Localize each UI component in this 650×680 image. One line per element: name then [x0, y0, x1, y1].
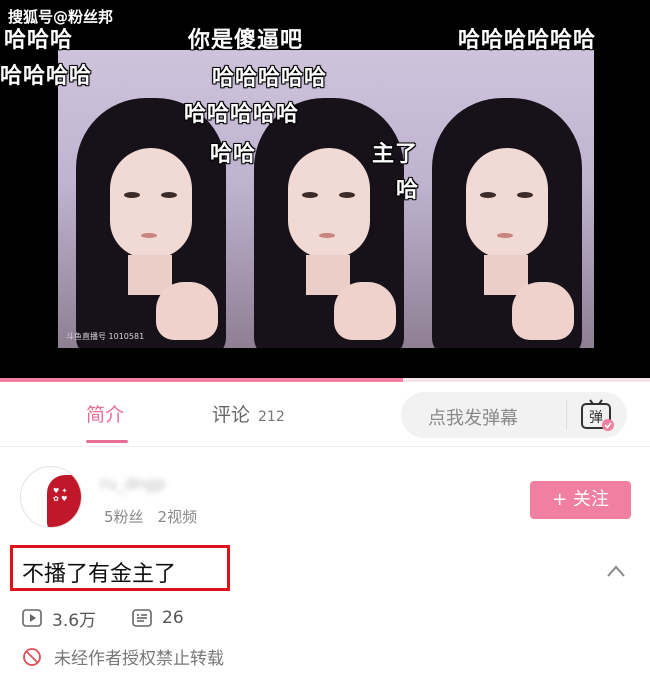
prohibited-icon — [23, 647, 41, 666]
follow-button[interactable]: + 关注 — [530, 481, 631, 519]
play-count: 3.6万 — [52, 610, 97, 631]
video-frame-right — [414, 50, 594, 348]
tab-intro-label: 简介 — [86, 404, 125, 426]
danmu-comment: 哈 — [396, 178, 420, 203]
danmu-comment: 你是傻逼吧 — [188, 28, 304, 53]
copyright-notice-text: 未经作者授权禁止转载 — [54, 649, 224, 669]
danmu-input-placeholder: 点我发弹幕 — [428, 408, 518, 429]
video-stats: 3.6万 26 — [22, 606, 184, 631]
video-count: 2视频 — [157, 508, 198, 526]
video-title: 不播了有金主了 — [22, 562, 177, 587]
uploader-stats: 5粉丝 2视频 — [104, 506, 211, 527]
danmu-input[interactable]: 点我发弹幕 弹 — [401, 392, 627, 438]
avatar[interactable]: ♥ ✦ ✿ ♥ — [20, 466, 82, 528]
video-frame-middle — [236, 50, 416, 348]
danmu-comment: 哈哈哈哈哈哈 — [458, 28, 597, 53]
comment-count: 212 — [258, 409, 285, 425]
danmu-comment: 哈哈哈哈 — [0, 64, 93, 89]
fan-count: 5粉丝 — [104, 508, 144, 526]
danmu-toggle-icon[interactable]: 弹 — [579, 398, 615, 432]
danmu-comment: 哈哈哈哈哈 — [184, 102, 300, 127]
tab-comments[interactable]: 评论 212 — [212, 400, 285, 427]
danmu-comment: 哈哈哈哈哈 — [212, 66, 328, 91]
danmu-icon-label: 弹 — [589, 410, 603, 426]
video-player[interactable]: 斗鱼直播号 1010581 哈哈哈 哈哈哈哈 你是傻逼吧 哈哈哈哈哈哈 哈哈哈哈… — [0, 0, 650, 378]
divider — [0, 446, 650, 447]
active-tab-indicator — [86, 440, 128, 443]
chevron-up-icon[interactable] — [606, 564, 626, 578]
play-count-icon — [22, 609, 42, 627]
source-label: 搜狐号@粉丝邦 — [8, 8, 114, 26]
danmu-count: 26 — [162, 608, 184, 628]
video-frame-left: 斗鱼直播号 1010581 — [58, 50, 238, 348]
danmu-comment: 主了 — [372, 142, 419, 167]
danmu-input-divider — [566, 400, 567, 430]
copyright-notice: 未经作者授权禁止转载 — [22, 644, 224, 669]
video-watermark: 斗鱼直播号 1010581 — [66, 332, 145, 341]
tab-intro[interactable]: 简介 — [86, 400, 124, 427]
danmu-count-icon — [132, 609, 152, 627]
uploader-name[interactable]: ru_dngp — [100, 474, 196, 496]
danmu-comment: 哈哈 — [210, 142, 257, 167]
tab-comments-label: 评论 — [212, 404, 251, 426]
